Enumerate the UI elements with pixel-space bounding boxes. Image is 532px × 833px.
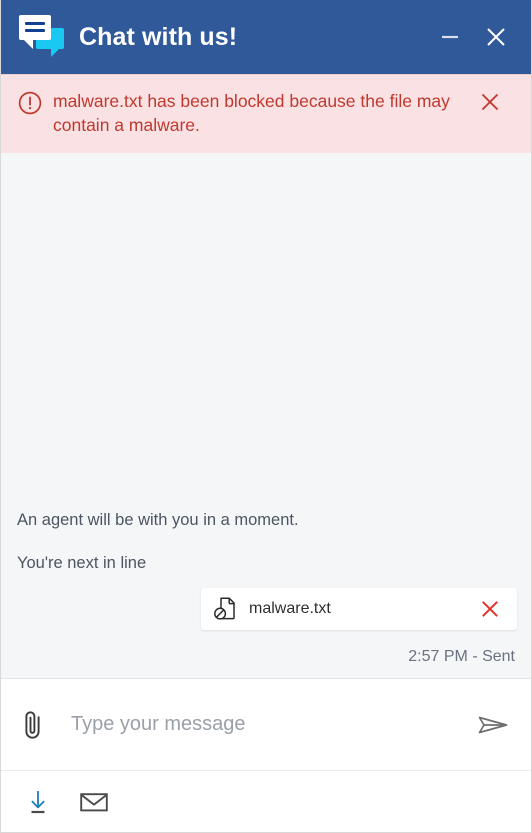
alert-message: malware.txt has been blocked because the… [53, 91, 450, 136]
malware-alert-banner: malware.txt has been blocked because the… [1, 74, 531, 154]
attachment-row: malware.txt [17, 588, 517, 630]
message-status: 2:57 PM - Sent [408, 648, 515, 665]
exclamation-circle-icon [17, 90, 43, 116]
window-titlebar: Chat with us! [1, 0, 531, 74]
message-input[interactable] [71, 709, 471, 740]
blocked-file-icon [213, 596, 237, 622]
close-icon[interactable] [475, 16, 517, 58]
attachment-remove-icon[interactable] [477, 596, 503, 622]
window-title: Chat with us! [79, 22, 238, 51]
paperclip-icon[interactable] [19, 707, 49, 743]
attachment-filename: malware.txt [249, 600, 331, 617]
minimize-icon[interactable] [429, 16, 471, 58]
window-controls [429, 16, 517, 58]
system-message: An agent will be with you in a moment. [17, 511, 299, 530]
envelope-icon[interactable] [79, 787, 109, 817]
conversation-area: An agent will be with you in a moment. Y… [1, 153, 531, 678]
attachment-card[interactable]: malware.txt [201, 588, 517, 630]
message-composer [1, 678, 531, 770]
chat-bubbles-icon [19, 15, 65, 59]
download-icon[interactable] [23, 787, 53, 817]
chat-widget: Chat with us! malware.txt has been block… [0, 0, 532, 833]
alert-close-icon[interactable] [473, 91, 507, 123]
send-plane-icon[interactable] [471, 705, 515, 745]
transcript-toolbar [1, 770, 531, 832]
message-status-row: 2:57 PM - Sent [17, 648, 517, 666]
queue-position-message: You're next in line [17, 553, 147, 572]
